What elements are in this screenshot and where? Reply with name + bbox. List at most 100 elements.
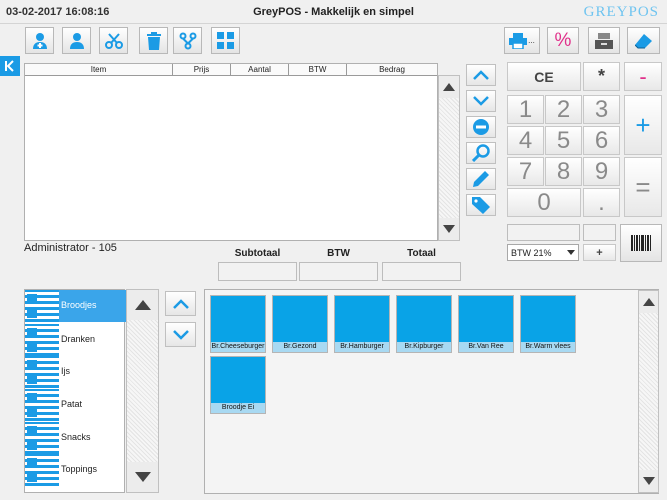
vat-select-value: BTW 21%	[511, 247, 552, 258]
chevron-down-icon	[473, 96, 489, 106]
scissors-icon	[104, 32, 123, 49]
eraser-icon	[634, 33, 652, 48]
triangle-down-icon	[642, 477, 655, 485]
app-title: GreyPOS - Makkelijk en simpel	[253, 6, 414, 18]
subtotal-label: Subtotaal	[234, 248, 281, 259]
digit-8-key[interactable]: 8	[545, 157, 582, 186]
category-item-ijs[interactable]: Ijs	[25, 356, 126, 388]
column-header-price: Prijs	[173, 64, 231, 75]
digit-3-key[interactable]: 3	[583, 95, 620, 124]
digit-9-key[interactable]: 9	[583, 157, 620, 186]
add-vat-button[interactable]: +	[583, 244, 616, 261]
category-square-icon	[27, 294, 37, 304]
category-label: Broodjes	[61, 300, 97, 310]
product-scrollbar[interactable]	[638, 290, 659, 493]
product-tile[interactable]: Br.Cheeseburger	[210, 295, 266, 353]
digit-7-key[interactable]: 7	[507, 157, 544, 186]
minus-circle-icon	[473, 119, 489, 135]
digit-4-key[interactable]: 4	[507, 126, 544, 155]
amount-input[interactable]	[507, 224, 580, 241]
product-label: Broodje Ei	[211, 403, 265, 413]
category-item-dranken[interactable]: Dranken	[25, 324, 126, 356]
product-tile[interactable]: Br.Gezond	[272, 295, 328, 353]
category-scroll-down-button[interactable]	[127, 462, 158, 492]
category-item-patat[interactable]: Patat	[25, 389, 126, 421]
barcode-button[interactable]	[620, 224, 662, 262]
search-icon	[472, 144, 490, 162]
move-down-button[interactable]	[466, 90, 496, 112]
digit-5-key[interactable]: 5	[545, 126, 582, 155]
customer-button[interactable]	[62, 27, 91, 54]
product-tile[interactable]: Br.Hamburger	[334, 295, 390, 353]
chevron-up-icon	[473, 70, 489, 80]
digit-2-key[interactable]: 2	[545, 95, 582, 124]
product-tile[interactable]: Broodje Ei	[210, 356, 266, 414]
quantity-input[interactable]	[583, 224, 616, 241]
digit-1-key[interactable]: 1	[507, 95, 544, 124]
trash-icon	[146, 31, 161, 50]
total-value-box	[382, 262, 461, 281]
add-customer-icon	[32, 32, 47, 49]
order-scrollbar[interactable]	[438, 75, 460, 241]
add-customer-button[interactable]	[25, 27, 54, 54]
product-tile[interactable]: Br.Warm vlees	[520, 295, 576, 353]
digit-6-key[interactable]: 6	[583, 126, 620, 155]
pencil-icon	[473, 171, 489, 187]
category-label: Dranken	[61, 334, 96, 344]
tag-button[interactable]	[466, 194, 496, 216]
multiply-key[interactable]: *	[583, 62, 620, 91]
equals-key[interactable]: =	[624, 157, 662, 217]
category-page-down-button[interactable]	[165, 322, 196, 347]
discount-button[interactable]: %	[547, 27, 579, 54]
product-tile[interactable]: Br.Kipburger	[396, 295, 452, 353]
barcode-icon	[631, 235, 651, 251]
edit-button[interactable]	[466, 168, 496, 190]
search-button[interactable]	[466, 142, 496, 164]
delete-button[interactable]	[139, 27, 168, 54]
triangle-down-icon	[443, 225, 455, 233]
category-square-icon	[27, 308, 37, 318]
category-label: Snacks	[61, 432, 91, 442]
user-label: Administrator - 105	[24, 242, 117, 254]
tables-button[interactable]	[211, 27, 240, 54]
category-item-toppings[interactable]: Toppings	[25, 454, 126, 486]
column-header-amount: Bedrag	[379, 65, 405, 74]
category-scroll-up-button[interactable]	[127, 290, 158, 320]
remove-item-button[interactable]	[466, 116, 496, 138]
split-order-button[interactable]	[99, 27, 128, 54]
print-button[interactable]: ...	[504, 27, 540, 54]
product-tile[interactable]: Br.Van Ree	[458, 295, 514, 353]
decimal-key[interactable]: .	[583, 188, 620, 217]
product-scroll-up-button[interactable]	[639, 291, 658, 313]
category-item-snacks[interactable]: Snacks	[25, 422, 126, 454]
order-table-header: Item Prijs Aantal BTW Bedrag	[25, 64, 437, 76]
category-square-icon	[27, 458, 37, 468]
collapse-sidebar-button[interactable]	[0, 56, 20, 76]
clear-button[interactable]	[627, 27, 660, 54]
category-label: Toppings	[61, 464, 98, 474]
app-logo: GREYPOS	[583, 4, 659, 20]
column-header-vat: BTW	[289, 64, 347, 75]
merge-icon	[179, 32, 196, 49]
digit-0-key[interactable]: 0	[507, 188, 581, 217]
dropdown-arrow-icon	[567, 250, 575, 255]
clear-entry-key[interactable]: CE	[507, 62, 581, 91]
plus-key[interactable]: +	[624, 95, 662, 155]
order-scroll-up-button[interactable]	[439, 76, 459, 98]
triangle-up-icon	[443, 83, 455, 91]
print-options-label: ...	[528, 36, 535, 45]
merge-button[interactable]	[173, 27, 202, 54]
order-table[interactable]: Item Prijs Aantal BTW Bedrag	[24, 63, 438, 241]
cash-drawer-icon	[595, 32, 613, 49]
printer-icon	[509, 32, 528, 49]
minus-key[interactable]: -	[624, 62, 662, 91]
category-page-up-button[interactable]	[165, 291, 196, 316]
cash-drawer-button[interactable]	[588, 27, 620, 54]
product-label: Br.Warm vlees	[521, 342, 575, 352]
category-item-broodjes[interactable]: Broodjes	[25, 290, 126, 322]
vat-select[interactable]: BTW 21%	[507, 244, 579, 261]
move-up-button[interactable]	[466, 64, 496, 86]
product-scroll-down-button[interactable]	[639, 470, 658, 492]
order-scroll-down-button[interactable]	[439, 218, 459, 240]
product-label: Br.Kipburger	[397, 342, 451, 352]
